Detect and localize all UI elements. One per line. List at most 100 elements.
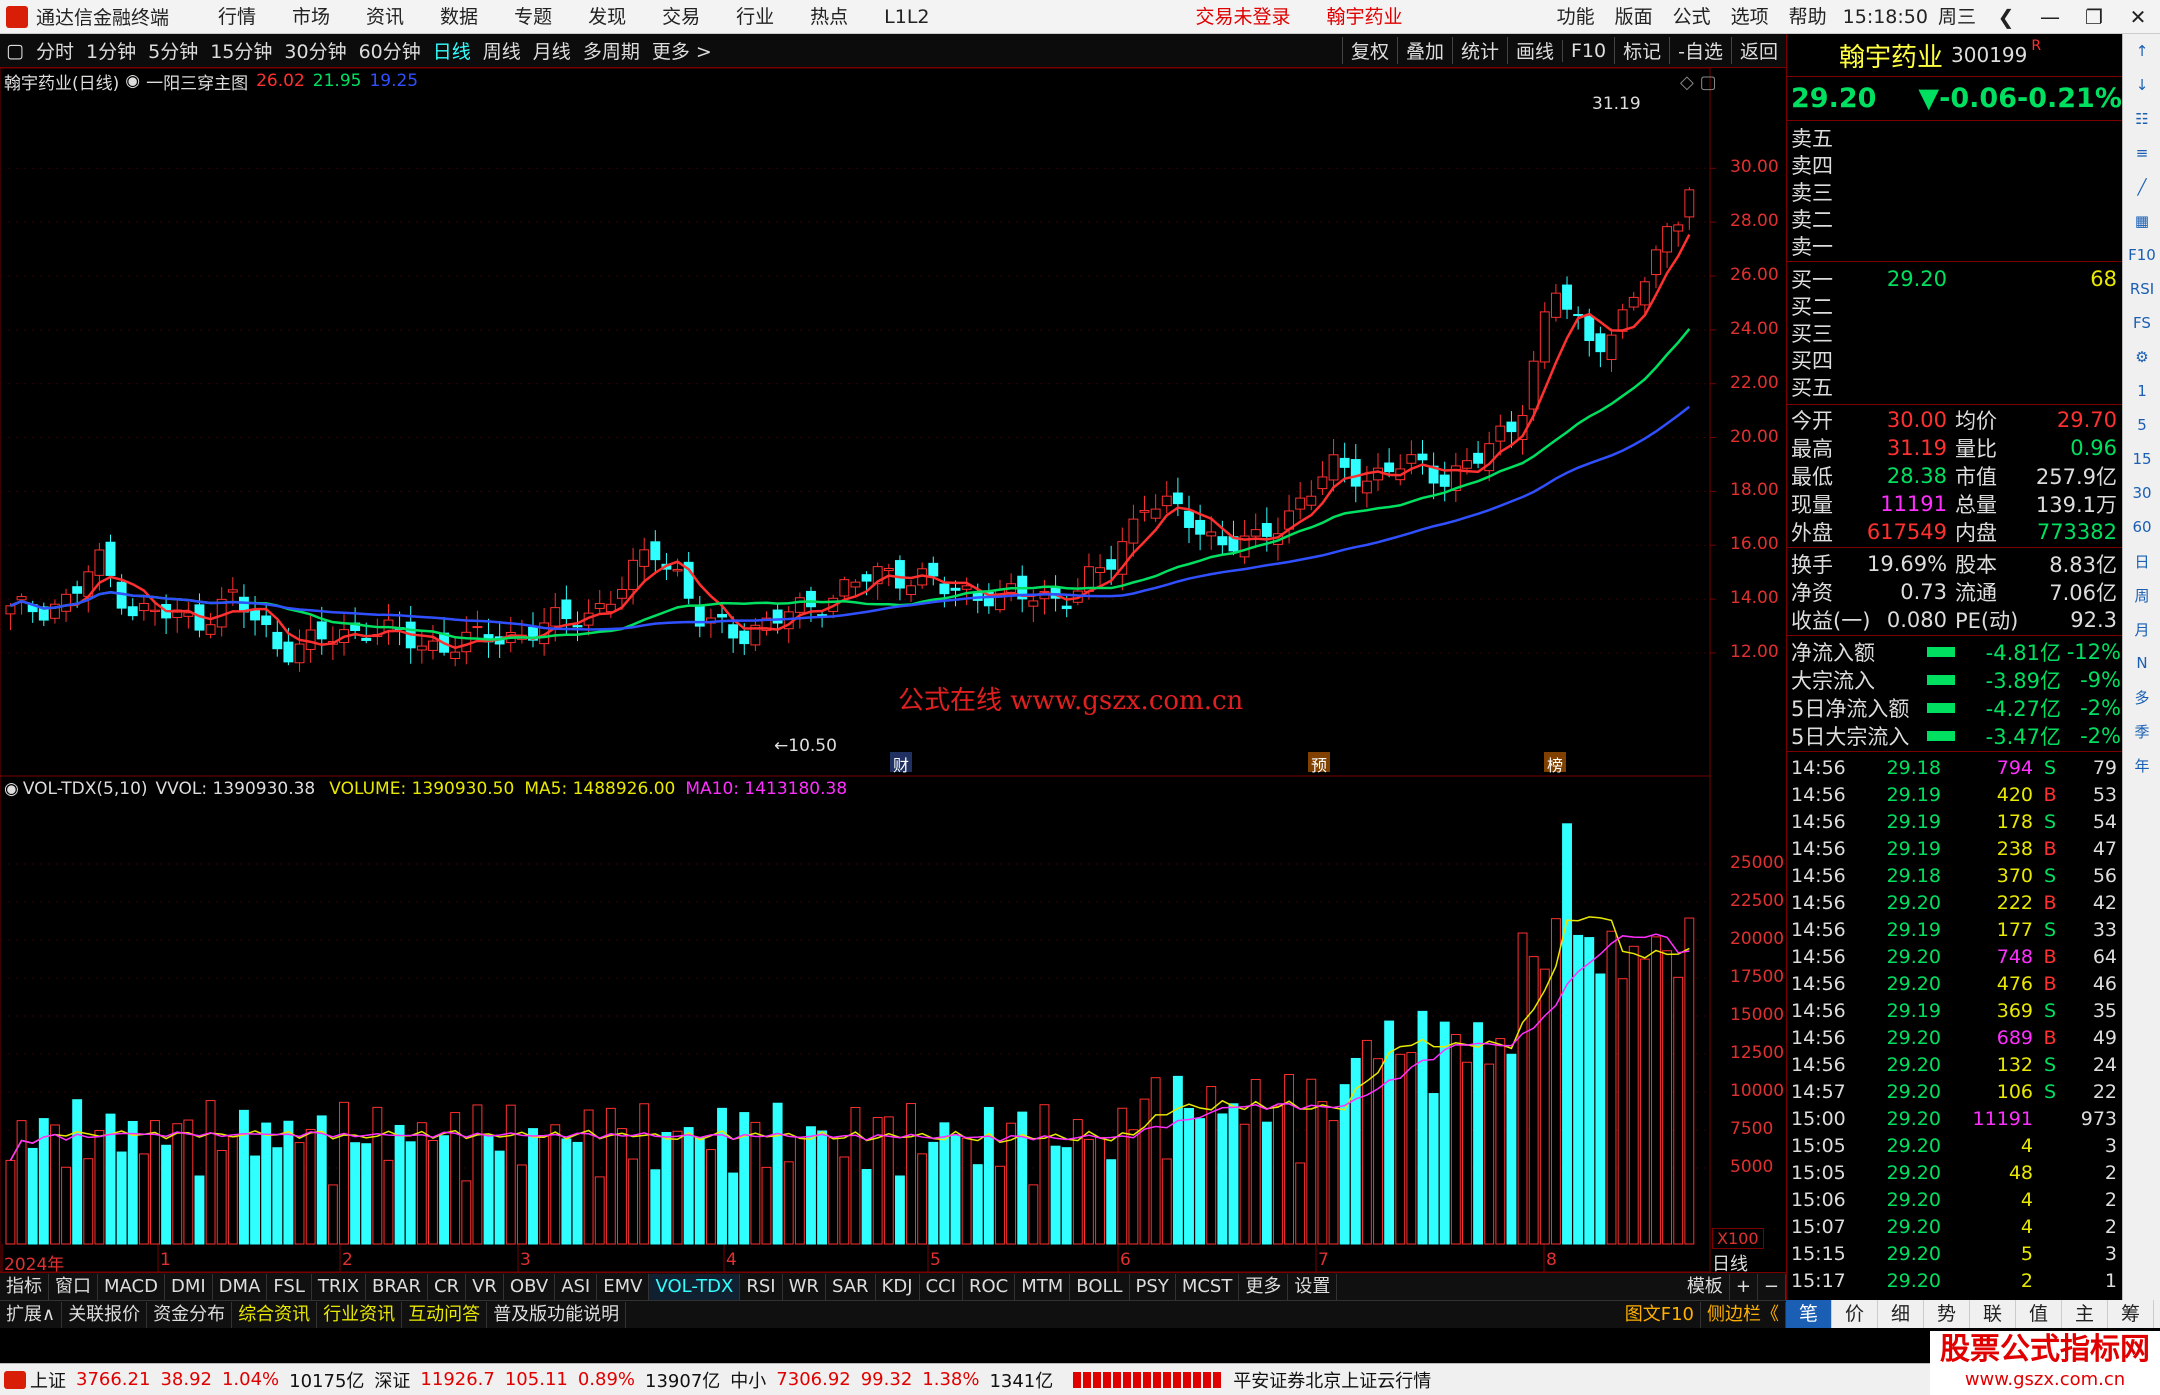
sidebar-icon-2[interactable]: ☷ bbox=[2123, 102, 2160, 136]
sidebar-icon-16[interactable]: 周 bbox=[2123, 578, 2160, 612]
indicator-tab-17[interactable]: KDJ bbox=[876, 1273, 920, 1300]
sidebar-icon-9[interactable]: ⚙ bbox=[2123, 340, 2160, 374]
indicator-right-2[interactable]: − bbox=[1758, 1273, 1786, 1300]
chart-tool-4[interactable]: F10 bbox=[1562, 39, 1614, 62]
indicator-tab-4[interactable]: DMA bbox=[213, 1273, 268, 1300]
indicator-right-0[interactable]: 模板 bbox=[1681, 1273, 1730, 1300]
sidebar-icon-17[interactable]: 月 bbox=[2123, 612, 2160, 646]
menu-2[interactable]: 资讯 bbox=[348, 0, 422, 34]
indicator-tab-0[interactable]: 指标 bbox=[0, 1273, 49, 1300]
kline-chart[interactable] bbox=[0, 68, 1786, 1272]
indicator-tab-11[interactable]: ASI bbox=[555, 1273, 598, 1300]
right-menu-0[interactable]: 功能 bbox=[1547, 0, 1605, 34]
quote-tab-2[interactable]: 细 bbox=[1878, 1300, 1924, 1328]
period-tab-6[interactable]: 日线 bbox=[427, 37, 477, 64]
sidebar-icon-1[interactable]: ↓ bbox=[2123, 68, 2160, 102]
sidebar-icon-8[interactable]: FS bbox=[2123, 306, 2160, 340]
menu-8[interactable]: 热点 bbox=[792, 0, 866, 34]
quote-tab-4[interactable]: 联 bbox=[1970, 1300, 2016, 1328]
indicator-tab-9[interactable]: VR bbox=[466, 1273, 504, 1300]
sz-name[interactable]: 深证 bbox=[374, 1367, 410, 1393]
indicator-tab-10[interactable]: OBV bbox=[504, 1273, 556, 1300]
minimize-icon[interactable]: — bbox=[2028, 0, 2072, 34]
indicator-tab-14[interactable]: RSI bbox=[740, 1273, 783, 1300]
indicator-tab-2[interactable]: MACD bbox=[98, 1273, 165, 1300]
formula-icon[interactable]: ◉ bbox=[125, 71, 140, 91]
sidebar-icon-10[interactable]: 1 bbox=[2123, 374, 2160, 408]
sidebar-icon-6[interactable]: F10 bbox=[2123, 238, 2160, 272]
quote-tab-5[interactable]: 值 bbox=[2016, 1300, 2062, 1328]
sidebar-icon-19[interactable]: 多 bbox=[2123, 680, 2160, 714]
sh-name[interactable]: 上证 bbox=[30, 1367, 66, 1393]
right-menu-1[interactable]: 版面 bbox=[1605, 0, 1663, 34]
sidebar-icon-12[interactable]: 15 bbox=[2123, 442, 2160, 476]
sidebar-icon-11[interactable]: 5 bbox=[2123, 408, 2160, 442]
sidebar-icon-7[interactable]: RSI bbox=[2123, 272, 2160, 306]
sidebar-icon-21[interactable]: 年 bbox=[2123, 748, 2160, 782]
vol-legend-name[interactable]: VOL-TDX(5,10) bbox=[23, 779, 148, 799]
bottom-tab-5[interactable]: 互动问答 bbox=[402, 1301, 488, 1328]
period-tab-3[interactable]: 15分钟 bbox=[204, 37, 278, 64]
sidebar-icon-13[interactable]: 30 bbox=[2123, 476, 2160, 510]
indicator-tab-21[interactable]: BOLL bbox=[1070, 1273, 1130, 1300]
indicator-tab-15[interactable]: WR bbox=[783, 1273, 826, 1300]
bottom-tab-2[interactable]: 资金分布 bbox=[147, 1301, 233, 1328]
indicator-tab-8[interactable]: CR bbox=[428, 1273, 467, 1300]
quote-tab-0[interactable]: 笔 bbox=[1786, 1300, 1832, 1328]
right-menu-3[interactable]: 选项 bbox=[1721, 0, 1779, 34]
bottom-tab-4[interactable]: 行业资讯 bbox=[317, 1301, 403, 1328]
sidebar-icon-0[interactable]: ↑ bbox=[2123, 34, 2160, 68]
close-icon[interactable]: ✕ bbox=[2116, 0, 2160, 34]
chart-tool-6[interactable]: -自选 bbox=[1669, 37, 1731, 64]
sidebar-icon-20[interactable]: 季 bbox=[2123, 714, 2160, 748]
indicator-tab-25[interactable]: 设置 bbox=[1288, 1273, 1338, 1300]
period-tab-0[interactable]: 分时 bbox=[30, 37, 80, 64]
menu-4[interactable]: 专题 bbox=[496, 0, 570, 34]
chart-tool-7[interactable]: 返回 bbox=[1730, 37, 1786, 64]
period-tab-9[interactable]: 多周期 bbox=[577, 37, 646, 64]
right-menu-4[interactable]: 帮助 bbox=[1779, 0, 1837, 34]
menu-1[interactable]: 市场 bbox=[274, 0, 348, 34]
indicator-tab-20[interactable]: MTM bbox=[1015, 1273, 1071, 1300]
quote-tab-3[interactable]: 势 bbox=[1924, 1300, 1970, 1328]
indicator-tab-19[interactable]: ROC bbox=[963, 1273, 1016, 1300]
sidebar-icon-3[interactable]: ≡ bbox=[2123, 136, 2160, 170]
indicator-tab-24[interactable]: 更多 bbox=[1239, 1273, 1289, 1300]
quote-tab-7[interactable]: 筹 bbox=[2108, 1300, 2154, 1328]
menu-6[interactable]: 交易 bbox=[644, 0, 718, 34]
period-tab-5[interactable]: 60分钟 bbox=[353, 37, 427, 64]
bottom-tab-6[interactable]: 普及版功能说明 bbox=[487, 1301, 627, 1328]
period-tab-1[interactable]: 1分钟 bbox=[80, 37, 142, 64]
bottom-tab-1[interactable]: 关联报价 bbox=[62, 1301, 148, 1328]
event-tag-financial[interactable]: 财 bbox=[890, 752, 912, 775]
indicator-tab-12[interactable]: EMV bbox=[597, 1273, 650, 1300]
indicator-right-1[interactable]: + bbox=[1730, 1273, 1758, 1300]
formula-name[interactable]: 一阳三穿主图 bbox=[146, 69, 248, 94]
indicator-tab-23[interactable]: MCST bbox=[1176, 1273, 1240, 1300]
quote-tab-1[interactable]: 价 bbox=[1832, 1300, 1878, 1328]
menu-3[interactable]: 数据 bbox=[422, 0, 496, 34]
f10-button[interactable]: 图文F10 bbox=[1619, 1301, 1701, 1328]
indicator-tab-3[interactable]: DMI bbox=[165, 1273, 213, 1300]
quote-tab-6[interactable]: 主 bbox=[2062, 1300, 2108, 1328]
menu-7[interactable]: 行业 bbox=[718, 0, 792, 34]
indicator-tab-7[interactable]: BRAR bbox=[366, 1273, 428, 1300]
chart-tool-0[interactable]: 复权 bbox=[1341, 37, 1397, 64]
sidebar-toggle[interactable]: 侧边栏《 bbox=[1701, 1301, 1786, 1328]
period-tab-4[interactable]: 30分钟 bbox=[278, 37, 352, 64]
back-icon[interactable]: ❮ bbox=[1984, 0, 2028, 34]
right-menu-2[interactable]: 公式 bbox=[1663, 0, 1721, 34]
chart-corner-icons[interactable]: ◇ ▢ bbox=[1680, 72, 1717, 93]
indicator-tab-13[interactable]: VOL-TDX bbox=[649, 1273, 741, 1300]
menu-0[interactable]: 行情 bbox=[200, 0, 274, 34]
layout-icon[interactable]: ▢ bbox=[0, 40, 30, 62]
indicator-tab-1[interactable]: 窗口 bbox=[49, 1273, 98, 1300]
sidebar-icon-4[interactable]: ╱ bbox=[2123, 170, 2160, 204]
sidebar-icon-18[interactable]: N bbox=[2123, 646, 2160, 680]
period-tab-8[interactable]: 月线 bbox=[527, 37, 577, 64]
chart-tool-1[interactable]: 叠加 bbox=[1396, 37, 1452, 64]
chart-tool-3[interactable]: 画线 bbox=[1506, 37, 1562, 64]
period-tab-10[interactable]: 更多 > bbox=[646, 37, 718, 64]
sidebar-icon-15[interactable]: 日 bbox=[2123, 544, 2160, 578]
bottom-tab-0[interactable]: 扩展∧ bbox=[0, 1301, 63, 1328]
